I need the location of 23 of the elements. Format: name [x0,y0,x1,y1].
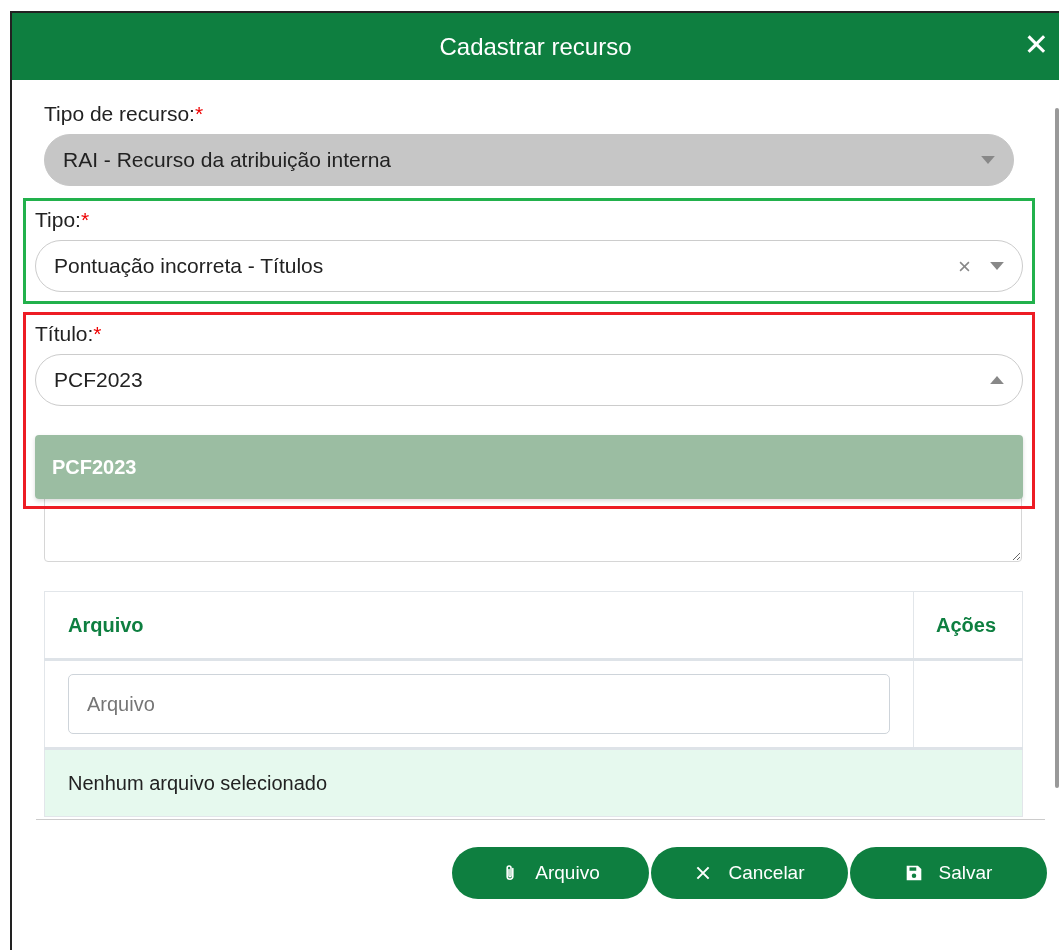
required-mark: * [194,102,204,125]
file-name-field[interactable]: Arquivo [68,674,890,734]
field-label: Tipo:* [35,208,91,232]
field-label: Tipo de recurso:* [44,102,205,126]
close-button[interactable]: ✕ [1017,23,1055,66]
select-field[interactable]: PCF2023 [35,354,1023,406]
column-header: Arquivo [44,591,914,660]
required-mark: * [80,208,90,231]
save-button[interactable]: Salvar [850,847,1047,899]
scrollbar[interactable] [1055,108,1059,788]
caret-up-icon [990,376,1004,384]
required-mark: * [93,322,102,345]
save-icon [904,864,923,882]
cancel-button[interactable]: Cancelar [651,847,848,899]
select-field[interactable]: Pontuação incorreta - Títulos [35,240,1023,292]
field-label: Título:* [35,322,103,346]
empty-message: Nenhum arquivo selecionado [44,748,1023,817]
clear-icon[interactable] [959,260,970,272]
attach-button[interactable]: Arquivo [452,847,649,899]
column-header: Ações [913,591,1023,660]
caret-down-icon [981,156,995,164]
caret-down-icon [990,262,1004,270]
dialog-title: Cadastrar recurso [439,32,632,61]
